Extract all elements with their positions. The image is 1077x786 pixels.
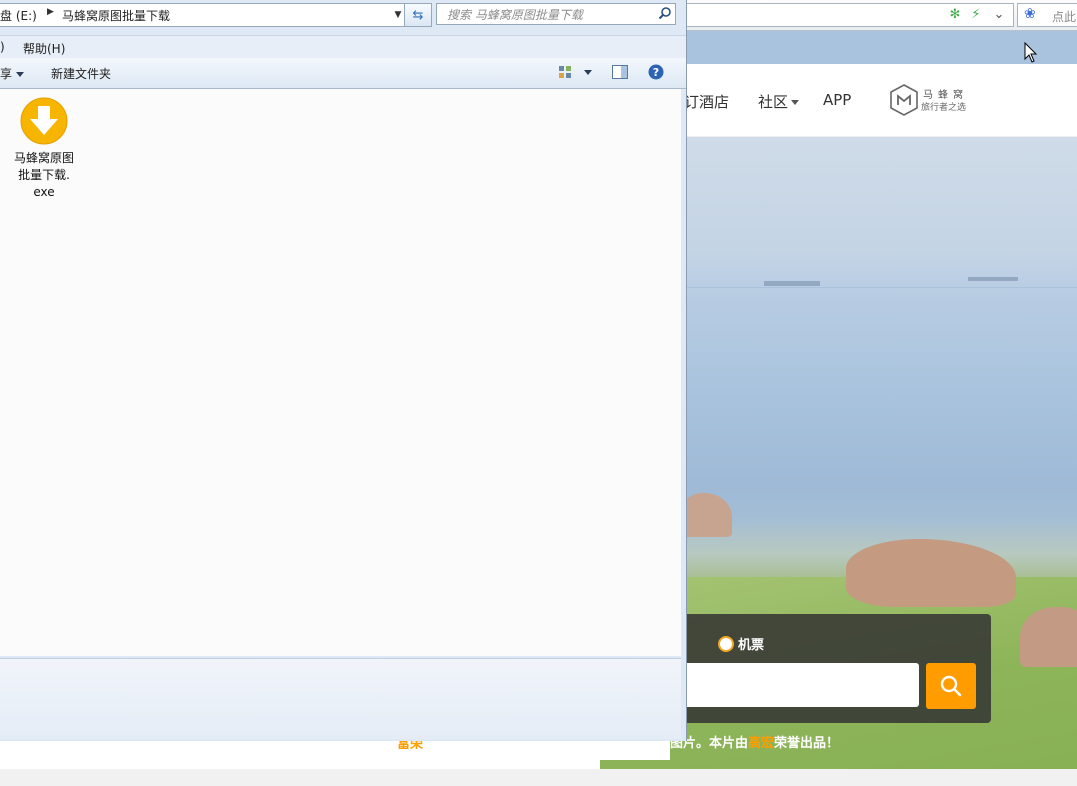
menu-item-tools[interactable]: ) xyxy=(0,40,5,54)
baidu-paw-icon: ❀ xyxy=(1024,6,1036,22)
logo-name: 马蜂窝 xyxy=(923,90,968,101)
caret-down-icon xyxy=(791,100,800,105)
help-icon[interactable]: ? xyxy=(648,64,664,80)
logo-slogan: 旅行者之选 xyxy=(921,103,967,113)
browser-address-bar[interactable] xyxy=(686,3,1014,27)
rock-shape xyxy=(846,539,1016,607)
download-arrow-icon xyxy=(20,97,68,145)
radio-flight[interactable]: 机票 xyxy=(718,634,764,653)
rock-shape xyxy=(682,493,732,537)
details-pane xyxy=(0,658,681,739)
nav-hotel[interactable]: 订酒店 xyxy=(684,91,729,112)
refresh-icon: ⇆ xyxy=(412,7,424,23)
nav-community[interactable]: 社区 xyxy=(758,91,800,112)
hexagon-logo-icon xyxy=(890,84,918,116)
caption-post: 荣誉出品！ xyxy=(774,736,840,751)
nav-community-label: 社区 xyxy=(758,93,789,111)
mafengwo-logo[interactable]: 马蜂窝 旅行者之选 xyxy=(889,84,979,116)
refresh-green-icon[interactable]: ✻ xyxy=(946,5,964,23)
breadcrumb-folder[interactable]: 马蜂窝原图批量下载 xyxy=(62,7,170,24)
menu-bar: ) 帮助(H) xyxy=(0,35,686,58)
file-list-pane[interactable]: 马蜂窝原图 批量下载. exe xyxy=(0,89,681,656)
mouse-cursor-icon xyxy=(1024,42,1038,63)
chevron-down-icon[interactable]: ⌄ xyxy=(990,5,1008,23)
site-search-button[interactable] xyxy=(926,663,976,709)
file-name: 马蜂窝原图 批量下载. exe xyxy=(6,150,82,201)
explorer-toolbar: 享 新建文件夹 ? xyxy=(0,58,686,89)
breadcrumb-separator-icon[interactable]: ▶ xyxy=(47,7,54,17)
file-name-line: 批量下载. xyxy=(18,168,70,182)
search-icon xyxy=(940,675,962,697)
view-options-icon[interactable] xyxy=(558,65,572,79)
ship-shape xyxy=(764,281,820,286)
search-icon[interactable] xyxy=(658,6,672,20)
share-label: 享 xyxy=(0,67,13,81)
window-border xyxy=(681,89,686,739)
menu-item-help[interactable]: 帮助(H) xyxy=(23,40,65,57)
view-dropdown-icon[interactable] xyxy=(584,70,592,75)
share-button[interactable]: 享 xyxy=(0,65,25,82)
radio-circle-icon xyxy=(718,635,734,652)
page-footer-strip xyxy=(0,769,1077,786)
browser-search-hint: 点此 xyxy=(1052,10,1077,24)
new-folder-button[interactable]: 新建文件夹 xyxy=(51,65,111,82)
rock-shape xyxy=(1020,607,1077,667)
photo-caption: 图片。本片由高宏荣誉出品！ xyxy=(670,732,839,751)
refresh-button[interactable]: ⇆ xyxy=(404,3,432,27)
browser-search-box[interactable]: ❀ 点此 xyxy=(1017,3,1077,27)
nav-app[interactable]: APP xyxy=(823,91,851,109)
explorer-window: 盘 (E:) ▶ 马蜂窝原图批量下载 ▼ ⇆ 搜索 马蜂窝原图批量下载 ) 帮助… xyxy=(0,0,687,741)
preview-pane-icon[interactable] xyxy=(612,65,628,79)
svg-text:?: ? xyxy=(653,66,659,79)
file-name-line: 马蜂窝原图 xyxy=(13,151,74,165)
lightning-icon[interactable]: ⚡ xyxy=(967,5,985,23)
radio-flight-label: 机票 xyxy=(738,638,765,653)
caption-author-link[interactable]: 高宏 xyxy=(748,736,774,751)
explorer-search-input[interactable]: 搜索 马蜂窝原图批量下载 xyxy=(436,3,676,25)
file-name-line: exe xyxy=(33,185,55,199)
breadcrumb-drive[interactable]: 盘 (E:) xyxy=(0,7,37,24)
explorer-address-bar[interactable]: 盘 (E:) ▶ 马蜂窝原图批量下载 ▼ xyxy=(0,3,409,27)
ship-shape xyxy=(968,277,1018,281)
file-item[interactable]: 马蜂窝原图 批量下载. exe xyxy=(6,97,82,201)
caret-down-icon xyxy=(16,72,25,77)
